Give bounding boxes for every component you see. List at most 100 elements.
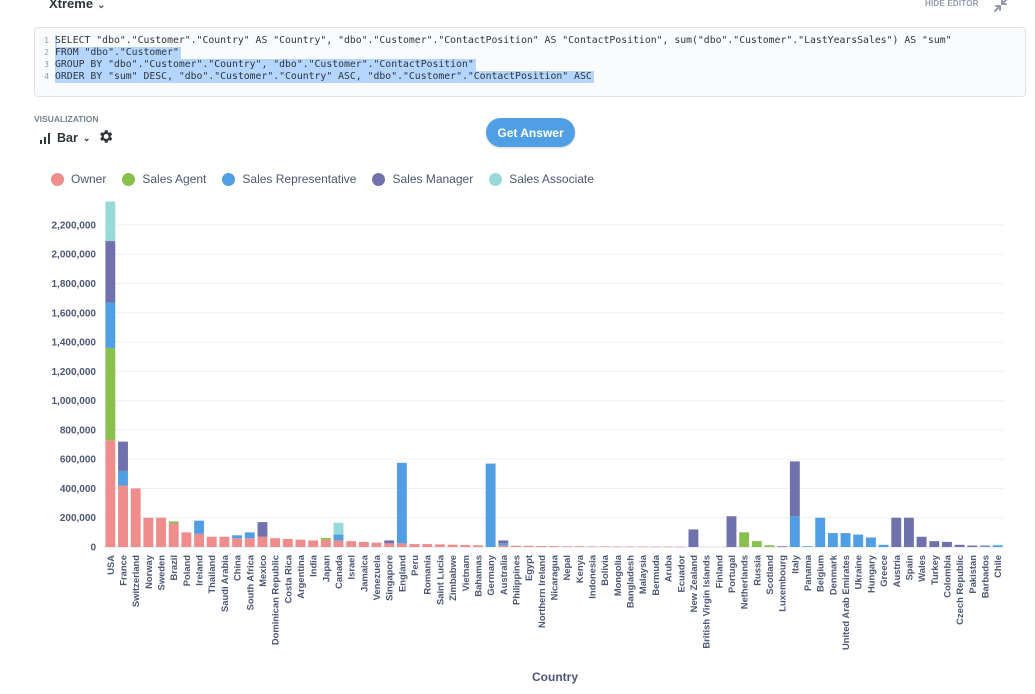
bar-segment bbox=[130, 488, 141, 547]
bar-segment bbox=[511, 545, 521, 547]
bar-chart-icon bbox=[40, 132, 50, 144]
bar-segment bbox=[118, 470, 128, 486]
x-tick-label: Thailand bbox=[206, 555, 217, 594]
legend-item[interactable]: Sales Manager bbox=[372, 172, 473, 186]
bar-segment bbox=[878, 544, 889, 547]
collapse-icon[interactable] bbox=[992, 0, 1010, 14]
bar-segment bbox=[954, 544, 965, 547]
bar-segment bbox=[726, 516, 737, 547]
bar-segment bbox=[840, 533, 851, 547]
x-tick-label: Israel bbox=[346, 555, 357, 580]
x-tick-label: Australia bbox=[498, 554, 509, 595]
x-tick-label: Turkey bbox=[929, 554, 940, 585]
legend-swatch bbox=[222, 172, 236, 186]
bar-segment bbox=[270, 538, 281, 547]
bar-segment bbox=[523, 545, 534, 547]
y-tick-label: 800,000 bbox=[60, 425, 97, 436]
x-tick-label: Luxembourg bbox=[777, 555, 788, 612]
legend-label: Sales Associate bbox=[509, 172, 594, 186]
x-tick-label: Venezuela bbox=[371, 554, 382, 600]
legend-item[interactable]: Sales Agent bbox=[122, 172, 206, 186]
bar-segment bbox=[498, 540, 509, 544]
x-tick-label: Poland bbox=[181, 555, 192, 587]
bar-segment bbox=[916, 536, 927, 547]
x-tick-label: Indonesia bbox=[587, 554, 598, 599]
gear-icon[interactable] bbox=[97, 128, 114, 145]
bar-segment bbox=[498, 545, 509, 547]
bar-segment bbox=[295, 539, 306, 547]
bar-segment bbox=[663, 546, 674, 548]
legend-swatch bbox=[489, 172, 503, 186]
x-tick-label: Vietnam bbox=[460, 555, 471, 591]
bar-segment bbox=[422, 544, 433, 547]
get-answer-button[interactable]: Get Answer bbox=[486, 118, 575, 147]
x-tick-label: Bolivia bbox=[599, 554, 610, 586]
bar-segment bbox=[549, 546, 559, 547]
sql-editor[interactable]: 1 SELECT "dbo"."Customer"."Country" AS "C… bbox=[34, 27, 1026, 97]
x-tick-label: Germany bbox=[485, 554, 496, 595]
legend-label: Sales Representative bbox=[242, 172, 357, 186]
x-tick-label: Brazil bbox=[168, 555, 179, 581]
legend-item[interactable]: Sales Representative bbox=[222, 172, 356, 186]
bar-segment bbox=[739, 532, 750, 547]
bar-segment bbox=[764, 545, 775, 547]
y-tick-label: 200,000 bbox=[60, 513, 97, 524]
bar-segment bbox=[891, 517, 902, 547]
x-tick-label: Ireland bbox=[194, 555, 205, 586]
bar-segment bbox=[384, 543, 395, 547]
x-tick-label: Peru bbox=[409, 555, 420, 576]
y-tick-label: 1,200,000 bbox=[52, 367, 97, 378]
x-tick-label: Philippines bbox=[510, 555, 521, 605]
x-tick-label: Nepal bbox=[561, 555, 572, 581]
bar-segment bbox=[168, 521, 179, 524]
bar-segment bbox=[485, 463, 496, 547]
x-tick-label: Jamaica bbox=[358, 554, 369, 592]
bar-segment bbox=[967, 545, 978, 547]
x-tick-label: Italy bbox=[789, 554, 800, 574]
bar-segment bbox=[536, 545, 547, 547]
bar-segment bbox=[232, 535, 243, 539]
bar-segment bbox=[168, 523, 179, 547]
bar-segment bbox=[308, 540, 319, 547]
x-tick-label: Colombia bbox=[941, 554, 952, 597]
bar-segment bbox=[789, 516, 800, 547]
x-tick-label: France bbox=[118, 555, 129, 586]
database-picker[interactable]: Xtreme ⌄ bbox=[49, 0, 105, 11]
bar-segment bbox=[244, 532, 255, 539]
x-tick-label: Bermuda bbox=[650, 554, 661, 595]
database-name: Xtreme bbox=[49, 0, 94, 11]
x-tick-label: Netherlands bbox=[739, 555, 750, 609]
legend-item[interactable]: Sales Associate bbox=[489, 172, 594, 186]
bar-chart: 0 200,000 400,000 600,000 800,000 1,000,000 1,… bbox=[52, 201, 1004, 684]
bar-segment bbox=[320, 539, 331, 547]
bar-segment bbox=[257, 536, 268, 547]
bar-segment bbox=[181, 532, 192, 547]
x-tick-label: Hungary bbox=[865, 554, 876, 593]
legend-label: Sales Agent bbox=[142, 172, 207, 186]
x-tick-label: Spain bbox=[903, 555, 914, 581]
visualization-label: VISUALIZATION bbox=[34, 114, 99, 124]
y-tick-label: 2,200,000 bbox=[52, 220, 97, 231]
bar-segment bbox=[789, 461, 800, 517]
bar-segment bbox=[637, 546, 648, 548]
x-tick-label: Zimbabwe bbox=[447, 555, 458, 601]
x-axis-title: Country bbox=[532, 670, 578, 684]
bar-segment bbox=[777, 546, 788, 547]
x-tick-label: Portugal bbox=[726, 555, 737, 593]
hide-editor-button[interactable]: HIDE EDITOR bbox=[925, 0, 979, 8]
x-tick-label: Ukraine bbox=[853, 555, 864, 589]
bar-segment bbox=[599, 546, 610, 548]
bar-segment bbox=[206, 536, 217, 547]
bar-segment bbox=[105, 241, 116, 303]
visualization-type-picker[interactable]: Bar ⌄ bbox=[40, 129, 90, 147]
legend-swatch bbox=[51, 172, 64, 186]
x-tick-label: USA bbox=[105, 555, 116, 575]
x-tick-label: Argentina bbox=[295, 554, 306, 599]
bar-segment bbox=[498, 543, 509, 546]
bar-segment bbox=[587, 546, 597, 548]
x-tick-label: Costa Rica bbox=[282, 554, 293, 603]
bar-segment bbox=[561, 546, 572, 547]
x-tick-label: Romania bbox=[422, 554, 433, 594]
legend-item[interactable]: Owner bbox=[51, 172, 106, 186]
bar-segment bbox=[232, 538, 243, 547]
